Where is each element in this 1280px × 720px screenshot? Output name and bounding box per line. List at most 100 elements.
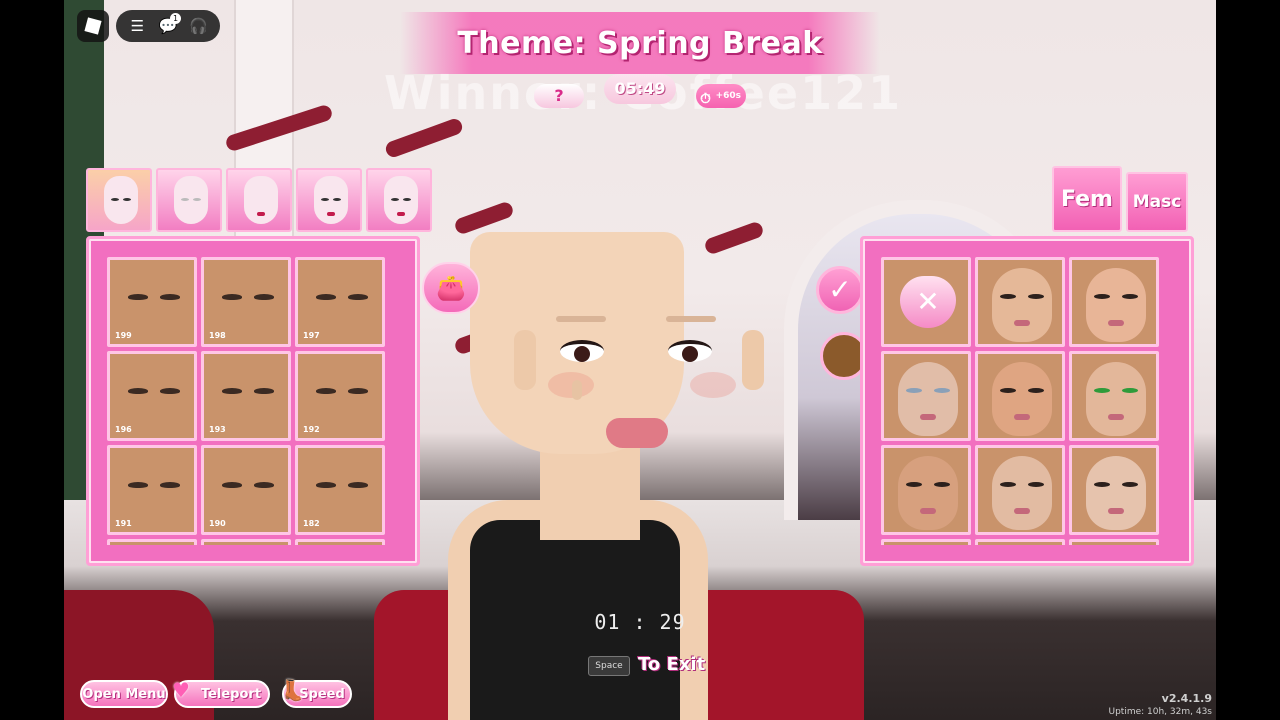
- speed-button[interactable]: 👢 Speed: [280, 678, 352, 708]
- head-style-tabs: [86, 168, 432, 232]
- eye-option[interactable]: 190: [201, 445, 291, 535]
- avatar-eyebrow: [556, 316, 606, 322]
- exit-countdown: 01 : 29: [594, 610, 686, 634]
- makeup-selection-panel: ✕: [860, 236, 1194, 566]
- eye-option[interactable]: 192: [295, 351, 385, 441]
- wallet-icon[interactable]: 👛: [422, 262, 480, 314]
- makeup-option-grid: ✕: [881, 257, 1173, 545]
- teleport-label: Teleport: [200, 686, 262, 702]
- makeup-option[interactable]: [975, 257, 1065, 347]
- eye-option-id: 198: [209, 331, 226, 340]
- head-thumbnail: [314, 176, 348, 224]
- theme-banner: Theme: Spring Break: [400, 12, 880, 74]
- eye-preview: [316, 482, 368, 490]
- makeup-option[interactable]: [1069, 445, 1159, 535]
- face-preview: [898, 456, 958, 530]
- version-label: v2.4.1.9: [1161, 692, 1212, 705]
- head-style-tab-4[interactable]: [296, 168, 362, 232]
- avatar-lips: [606, 418, 668, 448]
- confirm-checkmark-icon[interactable]: ✓: [816, 266, 864, 314]
- eye-option[interactable]: 199: [107, 257, 197, 347]
- makeup-option[interactable]: [1069, 257, 1159, 347]
- head-style-tab-5[interactable]: [366, 168, 432, 232]
- tab-fem[interactable]: Fem: [1052, 166, 1122, 232]
- head-style-tab-1[interactable]: [86, 168, 152, 232]
- heart-x-icon: ✕: [900, 276, 956, 328]
- roblox-logo-button[interactable]: [77, 10, 109, 42]
- notification-badge: 1: [169, 13, 181, 24]
- face-preview: [1086, 456, 1146, 530]
- gender-tabs: Fem Masc: [1052, 166, 1188, 232]
- makeup-option[interactable]: [1069, 539, 1159, 545]
- makeup-option[interactable]: [881, 539, 971, 545]
- stopwatch-icon: ⏱: [700, 91, 711, 107]
- makeup-option[interactable]: [881, 351, 971, 441]
- eye-option-id: 193: [209, 425, 226, 434]
- avatar-eyebrow: [666, 316, 716, 322]
- makeup-option[interactable]: [975, 539, 1065, 545]
- avatar-eye: [560, 340, 604, 362]
- avatar-neck: [540, 440, 640, 540]
- hamburger-menu-icon[interactable]: ☰: [126, 17, 148, 35]
- avatar-eye: [668, 340, 712, 362]
- makeup-option[interactable]: [975, 351, 1065, 441]
- round-timer: 05:49: [604, 74, 676, 104]
- eye-option-id: 182: [303, 519, 320, 528]
- tab-masc[interactable]: Masc: [1126, 172, 1188, 232]
- eye-selection-panel: 199 198 197 196 193 192 191 190 182: [86, 236, 420, 566]
- eye-option[interactable]: [295, 539, 385, 545]
- eye-preview: [128, 388, 180, 396]
- head-style-tab-2[interactable]: [156, 168, 222, 232]
- eye-preview: [128, 294, 180, 302]
- eye-option-id: 197: [303, 331, 320, 340]
- eye-option[interactable]: 182: [295, 445, 385, 535]
- eye-preview: [128, 482, 180, 490]
- eye-option-id: 190: [209, 519, 226, 528]
- makeup-option[interactable]: [881, 445, 971, 535]
- eye-option[interactable]: 197: [295, 257, 385, 347]
- eye-option-grid: 199 198 197 196 193 192 191 190 182: [107, 257, 399, 545]
- avatar-blush: [690, 372, 736, 398]
- open-menu-button[interactable]: Open Menu: [80, 680, 168, 708]
- eye-preview: [316, 294, 368, 302]
- headset-icon[interactable]: 🎧: [188, 17, 210, 35]
- chat-icon[interactable]: 💬 1: [157, 13, 181, 35]
- time-boost-label: +60s: [715, 91, 741, 101]
- eye-preview: [316, 388, 368, 396]
- makeup-clear-option[interactable]: ✕: [881, 257, 971, 347]
- makeup-option[interactable]: [1069, 351, 1159, 441]
- eye-preview: [222, 388, 274, 396]
- head-thumbnail: [104, 176, 138, 224]
- eye-option[interactable]: 198: [201, 257, 291, 347]
- eye-preview: [222, 482, 274, 490]
- mystery-question-icon[interactable]: ?: [534, 84, 584, 108]
- heart-icon: ♥: [172, 678, 190, 702]
- eye-option[interactable]: 191: [107, 445, 197, 535]
- makeup-option[interactable]: [975, 445, 1065, 535]
- speed-label: Speed: [299, 686, 345, 702]
- time-boost-button[interactable]: ⏱ +60s: [696, 84, 746, 108]
- exit-label: To Exit: [638, 654, 706, 675]
- face-preview: [898, 362, 958, 436]
- head-style-tab-3[interactable]: [226, 168, 292, 232]
- eye-option-id: 192: [303, 425, 320, 434]
- face-preview: [992, 268, 1052, 342]
- avatar-ear: [514, 330, 536, 390]
- teleport-button[interactable]: ♥ Teleport: [172, 678, 270, 708]
- eye-preview: [222, 294, 274, 302]
- head-thumbnail: [244, 176, 278, 224]
- eye-option-id: 196: [115, 425, 132, 434]
- eye-option[interactable]: [107, 539, 197, 545]
- head-thumbnail: [174, 176, 208, 224]
- eye-option-id: 199: [115, 331, 132, 340]
- eye-option[interactable]: 193: [201, 351, 291, 441]
- avatar-blush: [548, 372, 594, 398]
- roblox-logo-icon: [84, 17, 102, 35]
- pillar-stripe: [453, 200, 515, 236]
- pillar-stripe: [703, 220, 765, 256]
- face-preview: [992, 362, 1052, 436]
- eye-option[interactable]: 196: [107, 351, 197, 441]
- boot-icon: 👢: [280, 678, 305, 702]
- eye-option[interactable]: [201, 539, 291, 545]
- avatar-nose: [572, 380, 582, 400]
